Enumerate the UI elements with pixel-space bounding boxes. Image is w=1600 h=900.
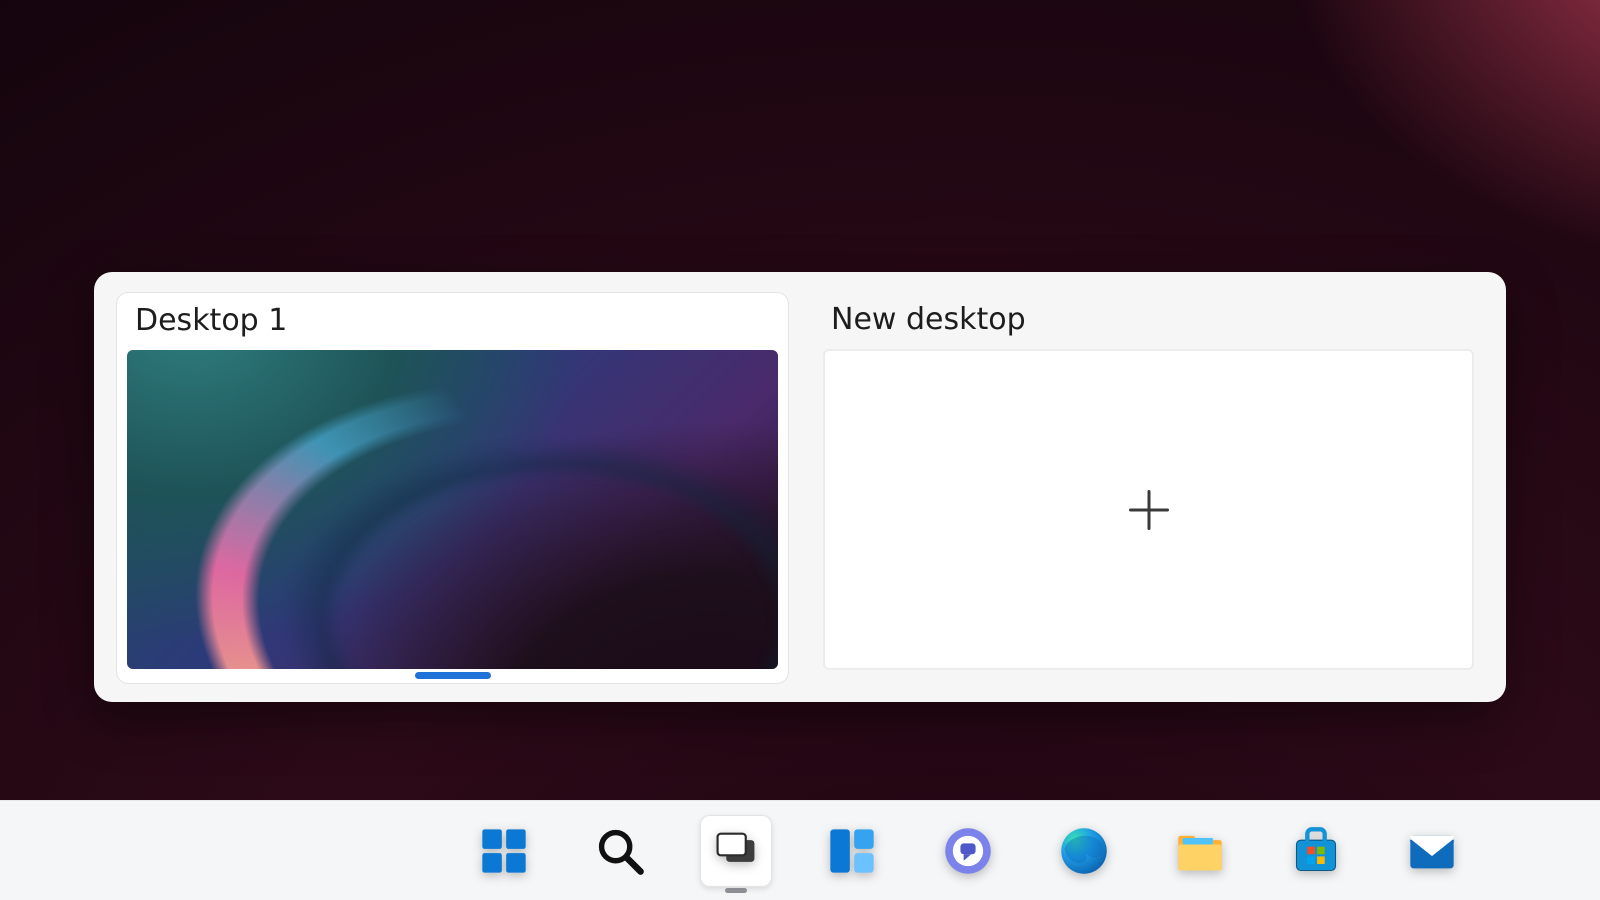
new-desktop-thumbnail[interactable] [823,349,1474,670]
file-explorer-button[interactable] [1164,815,1236,887]
store-icon [1290,825,1342,877]
chat-button[interactable] [932,815,1004,887]
new-desktop-card[interactable]: New desktop [813,292,1484,684]
desktop-card-1[interactable]: Desktop 1 [116,292,789,684]
mail-button[interactable] [1396,815,1468,887]
search-button[interactable] [584,815,656,887]
task-view-button[interactable] [700,815,772,887]
explorer-icon [1174,825,1226,877]
widgets-button[interactable] [816,815,888,887]
active-desktop-indicator [415,672,491,679]
desktop-label: Desktop 1 [135,303,778,338]
edge-button[interactable] [1048,815,1120,887]
task-view-flyout: Desktop 1 New desktop [94,272,1506,702]
start-icon [478,825,530,877]
desktop-thumbnail[interactable] [127,350,778,669]
search-icon [594,825,646,877]
new-desktop-label: New desktop [831,302,1474,337]
chat-icon [942,825,994,877]
plus-icon [1129,490,1169,530]
taskbar [0,800,1600,900]
start-button[interactable] [468,815,540,887]
microsoft-store-button[interactable] [1280,815,1352,887]
taskview-icon [710,825,762,877]
widgets-icon [826,825,878,877]
mail-icon [1406,825,1458,877]
edge-icon [1058,825,1110,877]
